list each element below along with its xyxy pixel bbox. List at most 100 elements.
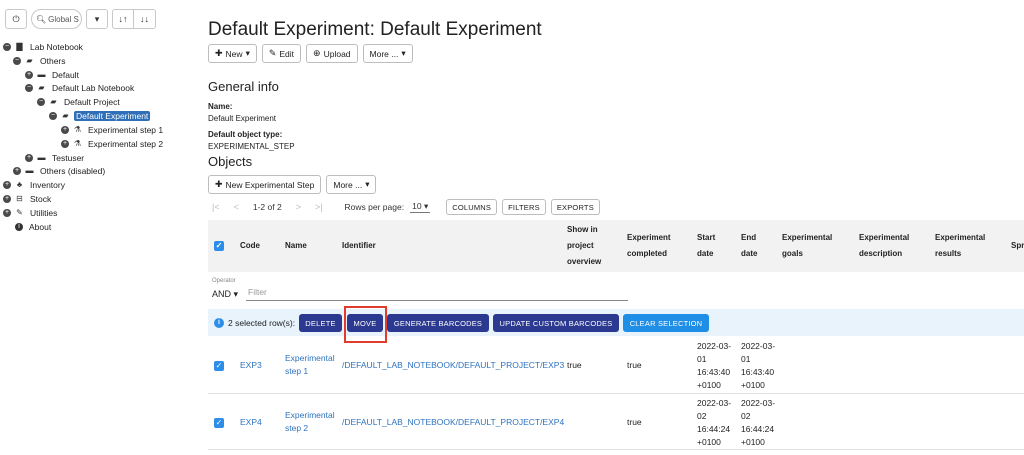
edit-button[interactable]: ✎ Edit	[261, 44, 302, 63]
folder-icon: ▬	[37, 70, 46, 79]
tree-item-default-lab-notebook[interactable]: − ▰ Default Lab Notebook	[25, 81, 136, 94]
row-identifier-link[interactable]: /DEFAULT_LAB_NOTEBOOK/DEFAULT_PROJECT/EX…	[342, 416, 564, 429]
operator-value: AND	[212, 289, 232, 299]
tree-item-lab-notebook[interactable]: − ▇ Lab Notebook	[3, 40, 85, 53]
caret-down-icon: ▾	[365, 179, 370, 189]
sort-asc-icon: ↓↓	[140, 14, 149, 24]
checkbox-checked-icon: ✓	[214, 241, 224, 251]
prev-page-icon[interactable]: <	[234, 202, 239, 212]
column-header-end-date[interactable]: End date	[741, 220, 769, 272]
select-all-checkbox[interactable]: ✓	[214, 220, 224, 272]
tree-item-testuser[interactable]: + ▬ Testuser	[25, 151, 86, 164]
more-button[interactable]: More ... ▾	[362, 44, 413, 63]
plus-icon: ✚	[215, 48, 223, 58]
row-name-link[interactable]: Experimental step 2	[285, 409, 339, 435]
tree-item-label: Stock	[30, 193, 52, 204]
sort-button-group: ↓↑ ↓↓	[112, 9, 156, 29]
tree-item-inventory[interactable]: + ♣ Inventory	[3, 178, 67, 191]
column-header-code[interactable]: Code	[240, 220, 260, 272]
tree-item-experimental-step-2[interactable]: + ⚗ Experimental step 2	[61, 137, 165, 150]
expand-icon[interactable]: +	[61, 125, 69, 134]
tree-item-others-disabled[interactable]: + ▬ Others (disabled)	[13, 164, 107, 177]
global-search-placeholder: Global S	[48, 14, 79, 24]
row-identifier-link[interactable]: /DEFAULT_LAB_NOTEBOOK/DEFAULT_PROJECT/EX…	[342, 359, 564, 372]
global-search-input[interactable]: 🔍︎ Global S	[31, 9, 82, 29]
new-button-label: New	[225, 48, 243, 59]
collapse-icon[interactable]: −	[37, 97, 45, 106]
expand-icon[interactable]: +	[3, 208, 11, 217]
row-completed: true	[627, 360, 642, 370]
column-header-goals[interactable]: Experimental goals	[782, 220, 840, 272]
tree-item-label: Experimental step 2	[88, 138, 164, 149]
folder-open-icon: ▰	[62, 111, 69, 120]
tree-item-default[interactable]: + ▬ Default	[25, 68, 81, 81]
tree-item-stock[interactable]: + ⊟ Stock	[3, 192, 53, 205]
new-button[interactable]: ✚ New ▾	[208, 44, 257, 63]
pagination-bar: |< < 1-2 of 2 > >| Rows per page: 10 ▾ C…	[208, 198, 605, 216]
rows-per-page-select[interactable]: 10 ▾	[410, 201, 431, 213]
update-custom-barcodes-button[interactable]: UPDATE CUSTOM BARCODES	[493, 314, 619, 332]
delete-button[interactable]: DELETE	[299, 314, 342, 332]
next-page-icon[interactable]: >	[296, 202, 301, 212]
search-dropdown-button[interactable]: ▾	[86, 9, 108, 29]
column-header-description[interactable]: Experimental description	[859, 220, 925, 272]
expand-icon[interactable]: +	[3, 194, 11, 203]
tree-item-about[interactable]: i About	[15, 220, 53, 233]
general-info-heading: General info	[208, 79, 279, 94]
upload-button[interactable]: ⊕ Upload	[306, 44, 358, 63]
columns-button[interactable]: COLUMNS	[446, 199, 498, 215]
exports-button[interactable]: EXPORTS	[550, 199, 600, 215]
row-code-link[interactable]: EXP4	[240, 416, 262, 429]
tree-item-default-project[interactable]: − ▰ Default Project	[37, 95, 122, 108]
collapse-icon[interactable]: −	[3, 42, 11, 51]
row-checkbox[interactable]: ✓	[214, 416, 224, 429]
collapse-icon[interactable]: −	[25, 83, 33, 92]
object-type-label: Default object type:	[208, 130, 283, 139]
tree-item-utilities[interactable]: + ✎ Utilities	[3, 206, 59, 219]
expand-icon[interactable]: +	[61, 139, 69, 148]
collapse-icon[interactable]: −	[13, 56, 21, 65]
first-page-icon[interactable]: |<	[212, 202, 220, 212]
filter-input[interactable]: Filter	[246, 287, 628, 301]
expand-icon[interactable]: +	[25, 70, 33, 79]
caret-down-icon: ▾	[401, 48, 406, 58]
column-header-identifier[interactable]: Identifier	[342, 220, 376, 272]
new-experimental-step-button[interactable]: ✚ New Experimental Step	[208, 175, 322, 194]
column-header-spreadsheet[interactable]: Spr	[1011, 220, 1024, 272]
table-row[interactable]: ✓ EXP4 Experimental step 2 /DEFAULT_LAB_…	[208, 394, 1024, 450]
sort-asc-button[interactable]: ↓↓	[134, 9, 156, 29]
row-name-link[interactable]: Experimental step 1	[285, 352, 339, 378]
expand-icon[interactable]: +	[3, 180, 11, 189]
row-checkbox[interactable]: ✓	[214, 359, 224, 372]
collapse-icon[interactable]: −	[49, 111, 57, 120]
column-header-completed[interactable]: Experiment completed	[627, 220, 682, 272]
tree-item-experimental-step-1[interactable]: + ⚗ Experimental step 1	[61, 123, 165, 136]
objects-more-button[interactable]: More ... ▾	[326, 175, 377, 194]
tree-item-label: Default Experiment	[74, 110, 151, 121]
row-code-link[interactable]: EXP3	[240, 359, 262, 372]
column-header-start-date[interactable]: Start date	[697, 220, 727, 272]
clear-selection-button[interactable]: CLEAR SELECTION	[623, 314, 709, 332]
power-button[interactable]: ⏻	[5, 9, 27, 29]
tree-item-label: Testuser	[52, 152, 85, 163]
filters-button[interactable]: FILTERS	[502, 199, 546, 215]
operator-select[interactable]: AND ▾	[212, 289, 238, 300]
expand-icon[interactable]: +	[25, 153, 33, 162]
tree-item-default-experiment[interactable]: − ▰ Default Experiment	[49, 109, 151, 122]
row-completed: true	[627, 417, 642, 427]
column-header-results[interactable]: Experimental results	[935, 220, 995, 272]
sort-desc-button[interactable]: ↓↑	[112, 9, 134, 29]
info-icon: i	[214, 318, 224, 328]
column-header-name[interactable]: Name	[285, 220, 307, 272]
generate-barcodes-button[interactable]: GENERATE BARCODES	[387, 314, 489, 332]
expand-icon[interactable]: +	[13, 166, 21, 175]
last-page-icon[interactable]: >|	[315, 202, 323, 212]
row-start-date: 2022-03-02 16:44:24 +0100	[697, 398, 732, 447]
folder-open-icon: ▰	[38, 83, 45, 92]
selection-bar: i 2 selected row(s): DELETE MOVE GENERAT…	[208, 309, 1024, 336]
table-row[interactable]: ✓ EXP3 Experimental step 1 /DEFAULT_LAB_…	[208, 337, 1024, 394]
tree-item-others[interactable]: − ▰ Others	[13, 54, 68, 67]
column-header-show-in-overview[interactable]: Show in project overview	[567, 220, 617, 272]
main-content: Default Experiment: Default Experiment ✚…	[208, 0, 1024, 455]
search-icon: 🔍︎	[36, 14, 47, 24]
